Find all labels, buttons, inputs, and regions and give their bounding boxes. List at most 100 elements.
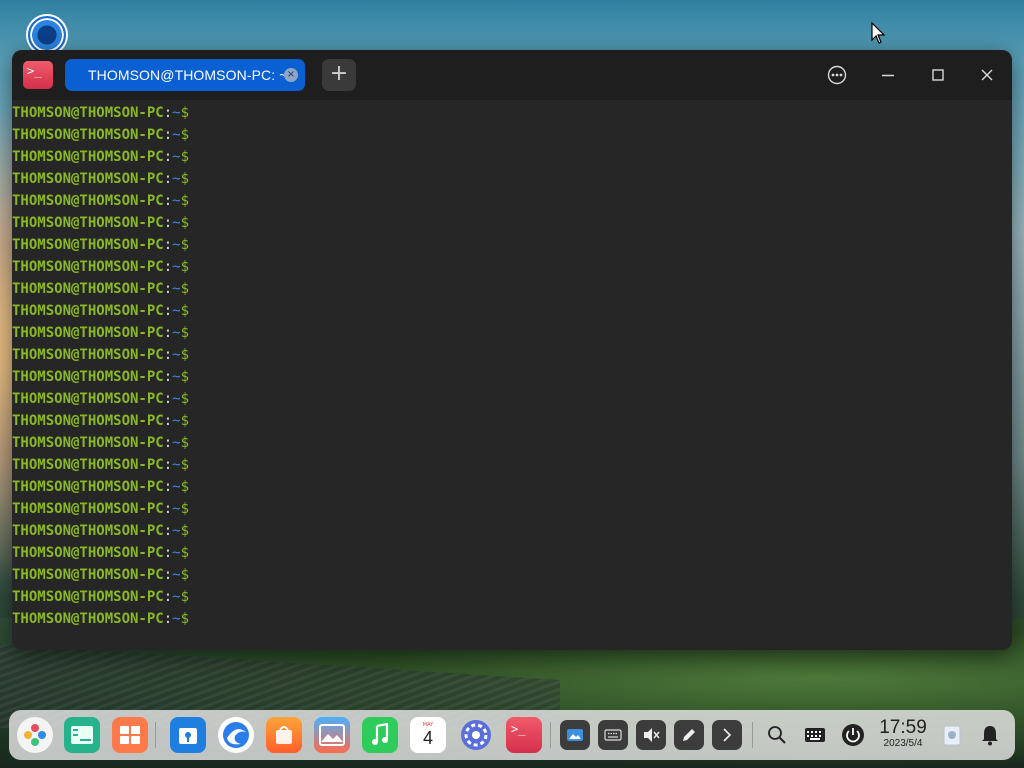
prompt-symbol: $ [180, 325, 190, 341]
prompt-symbol: $ [180, 435, 190, 451]
calendar-icon[interactable]: MAY 4 [410, 717, 446, 753]
prompt-symbol: $ [180, 523, 190, 539]
app-store-icon[interactable] [170, 717, 206, 753]
close-icon[interactable]: × [284, 68, 298, 82]
power-icon[interactable] [838, 720, 868, 750]
prompt-symbol: $ [180, 259, 190, 275]
terminal-app-icon: >_ [23, 61, 53, 89]
expand-chevron-icon[interactable] [712, 720, 742, 750]
prompt-separator: : [163, 391, 173, 407]
prompt-user: THOMSON@THOMSON-PC [12, 105, 164, 121]
prompt-separator: : [163, 369, 173, 385]
prompt-user: THOMSON@THOMSON-PC [12, 435, 164, 451]
terminal-prompt-line: THOMSON@THOMSON-PC:~$ [12, 300, 1012, 322]
prompt-symbol: $ [180, 193, 190, 209]
dock-separator [155, 722, 156, 748]
prompt-user: THOMSON@THOMSON-PC [12, 237, 164, 253]
terminal-prompt-line: THOMSON@THOMSON-PC:~$ [12, 190, 1012, 212]
prompt-user: THOMSON@THOMSON-PC [12, 391, 164, 407]
control-center-icon[interactable] [458, 717, 494, 753]
keyboard-icon[interactable] [800, 720, 830, 750]
more-options-icon[interactable] [822, 60, 852, 90]
terminal-prompt-line: THOMSON@THOMSON-PC:~$ [12, 124, 1012, 146]
maximize-icon[interactable] [923, 60, 953, 90]
prompt-symbol: $ [180, 149, 190, 165]
prompt-symbol: $ [180, 127, 190, 143]
pen-icon[interactable] [674, 720, 704, 750]
screenshot-icon[interactable] [560, 720, 590, 750]
prompt-separator: : [163, 501, 173, 517]
prompt-path: ~ [172, 237, 181, 253]
minimize-icon[interactable] [873, 60, 903, 90]
prompt-separator: : [163, 347, 173, 363]
trash-icon[interactable] [937, 720, 967, 750]
prompt-separator: : [163, 545, 173, 561]
prompt-separator: : [163, 435, 173, 451]
prompt-separator: : [163, 215, 173, 231]
prompt-user: THOMSON@THOMSON-PC [12, 413, 164, 429]
prompt-symbol: $ [180, 479, 190, 495]
prompt-separator: : [163, 567, 173, 583]
prompt-user: THOMSON@THOMSON-PC [12, 369, 164, 385]
prompt-path: ~ [172, 545, 181, 561]
terminal-tab[interactable]: THOMSON@THOMSON-PC: ~ × [65, 59, 305, 91]
prompt-path: ~ [172, 303, 181, 319]
prompt-symbol: $ [180, 105, 190, 121]
prompt-symbol: $ [180, 457, 190, 473]
prompt-symbol: $ [180, 413, 190, 429]
prompt-symbol: $ [180, 281, 190, 297]
prompt-path: ~ [172, 501, 181, 517]
dock-separator [752, 722, 753, 748]
terminal-output[interactable]: THOMSON@THOMSON-PC:~$ THOMSON@THOMSON-PC:… [12, 100, 1012, 630]
onboard-keyboard-icon[interactable] [598, 720, 628, 750]
terminal-prompt-line: THOMSON@THOMSON-PC:~$ [12, 212, 1012, 234]
close-icon[interactable] [972, 60, 1002, 90]
browser-icon[interactable] [218, 717, 254, 753]
volume-muted-icon[interactable] [636, 720, 666, 750]
terminal-prompt-line: THOMSON@THOMSON-PC:~$ [12, 520, 1012, 542]
app-market-icon[interactable] [266, 717, 302, 753]
multitasking-icon[interactable] [112, 717, 148, 753]
terminal-prompt-line: THOMSON@THOMSON-PC:~$ [12, 432, 1012, 454]
prompt-path: ~ [172, 325, 181, 341]
dock: MAY 4 >_ 17:59 2023/5/4 [9, 710, 1015, 760]
prompt-separator: : [163, 193, 173, 209]
prompt-path: ~ [172, 523, 181, 539]
terminal-prompt-line: THOMSON@THOMSON-PC:~$ [12, 278, 1012, 300]
notification-bell-icon[interactable] [975, 720, 1005, 750]
new-tab-button[interactable]: + [322, 59, 356, 91]
search-icon[interactable] [762, 720, 792, 750]
terminal-icon[interactable]: >_ [506, 717, 542, 753]
prompt-separator: : [163, 105, 173, 121]
calendar-day: 4 [422, 728, 433, 748]
prompt-symbol: $ [180, 611, 190, 627]
dock-separator [550, 722, 551, 748]
terminal-prompt-line: THOMSON@THOMSON-PC:~$ [12, 344, 1012, 366]
prompt-user: THOMSON@THOMSON-PC [12, 457, 164, 473]
file-manager-icon[interactable] [64, 717, 100, 753]
prompt-separator: : [163, 171, 173, 187]
terminal-prompt-line: THOMSON@THOMSON-PC:~$ [12, 542, 1012, 564]
prompt-separator: : [163, 611, 173, 627]
terminal-prompt-line: THOMSON@THOMSON-PC:~$ [12, 256, 1012, 278]
prompt-separator: : [163, 325, 173, 341]
terminal-prompt-line: THOMSON@THOMSON-PC:~$ [12, 146, 1012, 168]
terminal-prompt-line: THOMSON@THOMSON-PC:~$ [12, 586, 1012, 608]
prompt-symbol: $ [180, 589, 190, 605]
image-viewer-icon[interactable] [314, 717, 350, 753]
prompt-symbol: $ [180, 369, 190, 385]
launcher-icon[interactable] [17, 717, 53, 753]
clock[interactable]: 17:59 2023/5/4 [875, 718, 931, 750]
terminal-prompt-line: THOMSON@THOMSON-PC:~$ [12, 498, 1012, 520]
prompt-symbol: $ [180, 545, 190, 561]
music-icon[interactable] [362, 717, 398, 753]
terminal-titlebar[interactable]: >_ THOMSON@THOMSON-PC: ~ × + [12, 50, 1012, 100]
prompt-user: THOMSON@THOMSON-PC [12, 149, 164, 165]
prompt-user: THOMSON@THOMSON-PC [12, 171, 164, 187]
prompt-separator: : [163, 523, 173, 539]
prompt-user: THOMSON@THOMSON-PC [12, 479, 164, 495]
prompt-user: THOMSON@THOMSON-PC [12, 215, 164, 231]
prompt-user: THOMSON@THOMSON-PC [12, 127, 164, 143]
prompt-symbol: $ [180, 303, 190, 319]
clock-time: 17:59 [879, 717, 927, 738]
